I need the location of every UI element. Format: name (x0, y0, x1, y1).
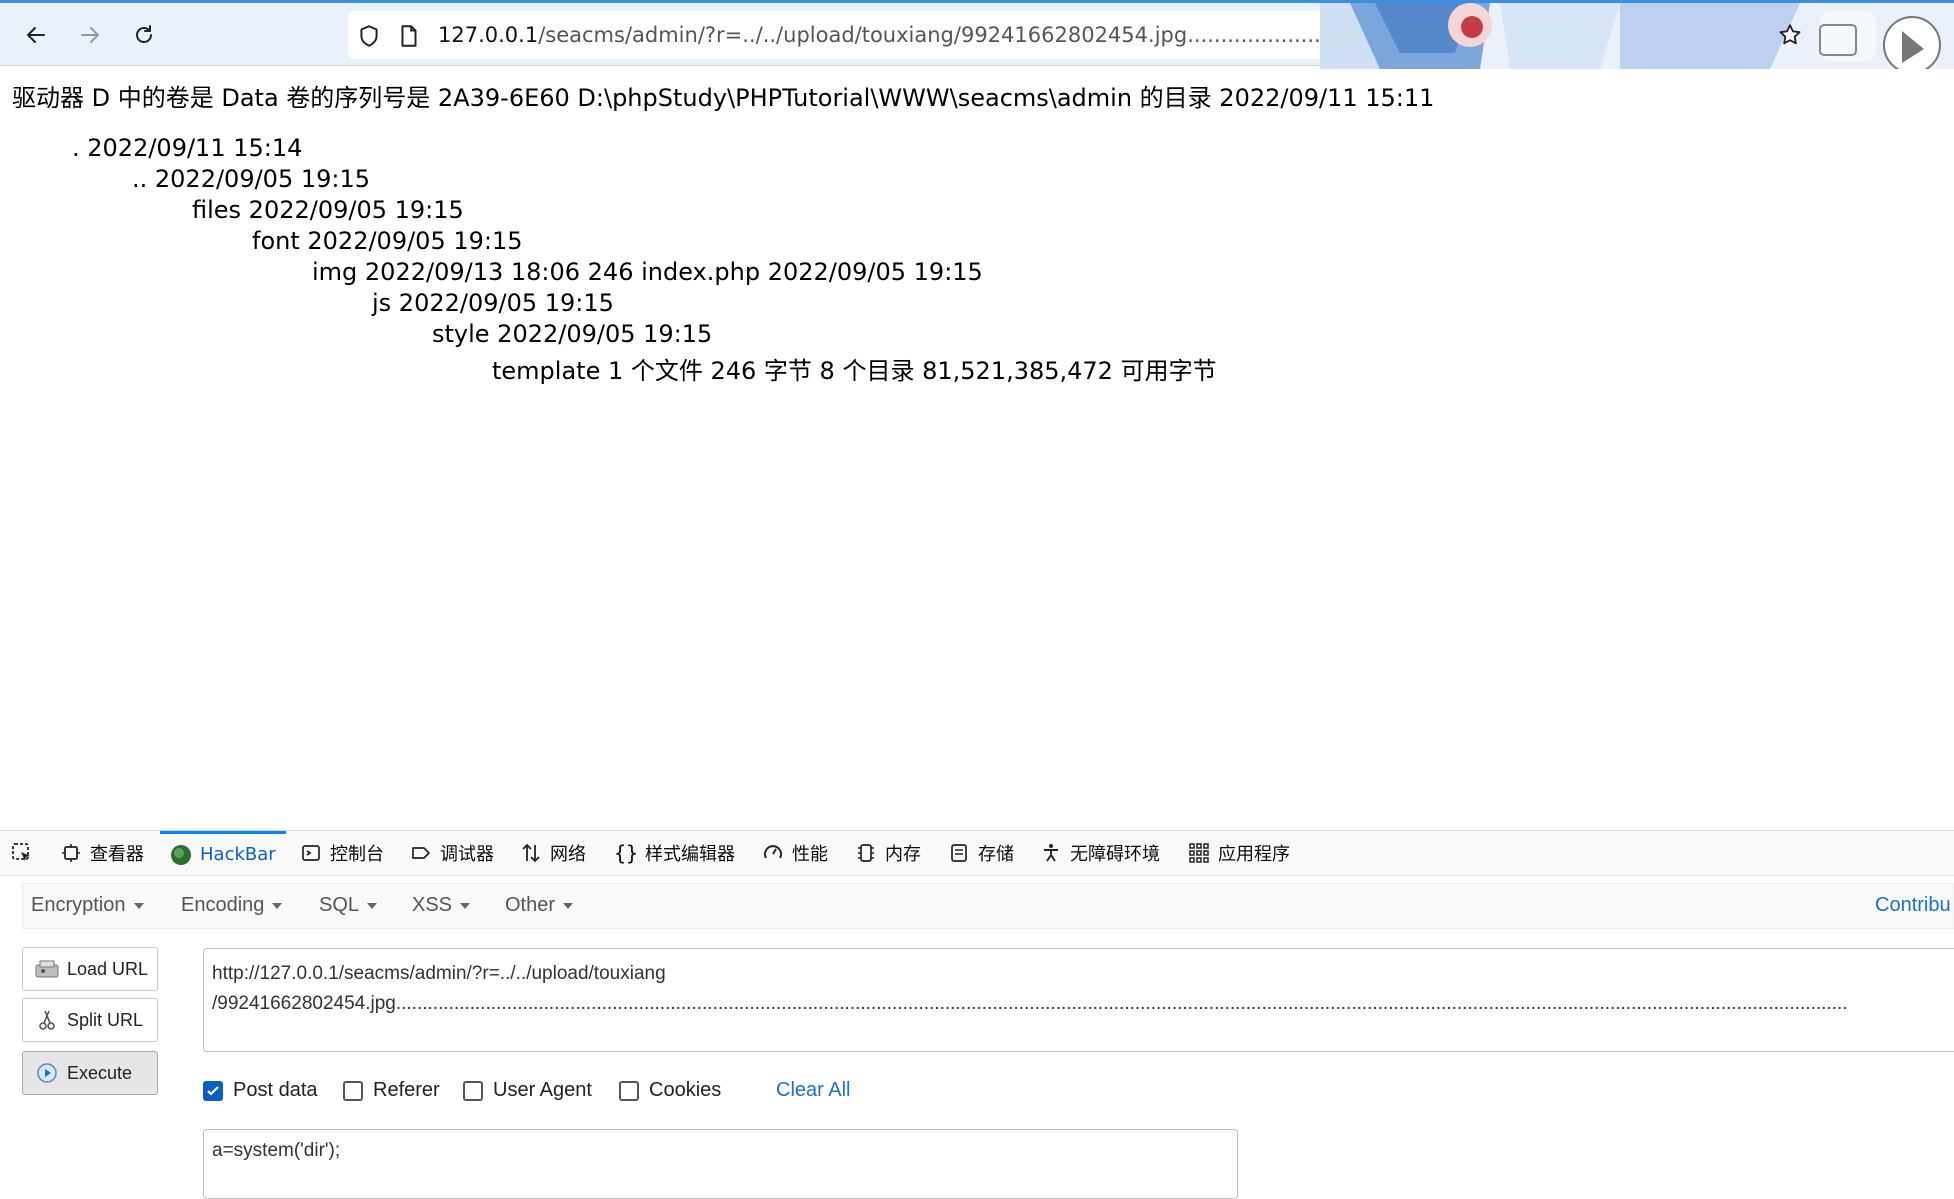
tab-accessibility[interactable]: 无障碍环境 (1040, 831, 1160, 875)
dir-line: font 2022/09/05 19:15 (252, 227, 523, 255)
directory-heading: 驱动器 D 中的卷是 Data 卷的序列号是 2A39-6E60 D:\phpS… (12, 84, 1435, 112)
tab-label: 无障碍环境 (1070, 844, 1160, 865)
browser-toolbar: 127.0.0.1/seacms/admin/?r=../../upload/t… (0, 0, 1954, 69)
button-label: Split URL (67, 1009, 144, 1030)
load-url-button[interactable]: Load URL (22, 947, 158, 991)
page-icon[interactable] (396, 23, 422, 49)
tab-label: 性能 (792, 844, 828, 865)
dir-line: style 2022/09/05 19:15 (432, 320, 713, 348)
accessibility-icon (1040, 842, 1062, 864)
menu-encryption[interactable]: Encryption (31, 894, 144, 917)
caret-down-icon (367, 902, 378, 909)
back-arrow-icon[interactable] (18, 17, 54, 53)
load-url-icon (35, 958, 59, 980)
tab-inspector[interactable]: 查看器 (60, 831, 144, 875)
page-content: 驱动器 D 中的卷是 Data 卷的序列号是 2A39-6E60 D:\phpS… (0, 66, 1954, 830)
dir-line: . 2022/09/11 15:14 (72, 134, 303, 162)
menu-other[interactable]: Other (505, 894, 574, 917)
cookies-checkbox[interactable]: Cookies (619, 1079, 721, 1102)
tab-debugger[interactable]: 调试器 (410, 831, 494, 875)
forward-arrow-icon[interactable] (72, 17, 108, 53)
menu-label: Encryption (31, 894, 126, 916)
option-label: Post data (233, 1079, 318, 1101)
hackbar-url-input[interactable]: http://127.0.0.1/seacms/admin/?r=../../u… (203, 948, 1954, 1052)
network-icon (520, 842, 542, 864)
dir-line: js 2022/09/05 19:15 (372, 289, 614, 317)
hackbar-menu: Encryption Encoding SQL XSS Other Contri… (22, 883, 1954, 929)
split-url-button[interactable]: Split URL (22, 998, 158, 1042)
execute-button[interactable]: Execute (22, 1051, 158, 1095)
post-data-input[interactable]: a=system('dir'); (203, 1129, 1238, 1199)
menu-label: Other (505, 894, 556, 916)
reload-icon[interactable] (126, 17, 162, 53)
button-label: Load URL (67, 958, 149, 979)
contribute-link[interactable]: Contribu (1875, 894, 1951, 917)
menu-sql[interactable]: SQL (319, 894, 378, 917)
dir-line: img 2022/09/13 18:06 246 index.php 2022/… (312, 258, 983, 286)
tab-hackbar[interactable]: HackBar (160, 831, 286, 875)
tab-label: 控制台 (330, 844, 384, 865)
tab-storage[interactable]: 存储 (948, 831, 1014, 875)
tab-label: 样式编辑器 (645, 844, 735, 865)
star-icon[interactable] (1772, 17, 1808, 53)
play-icon (35, 1062, 59, 1084)
checkbox-icon[interactable] (343, 1080, 363, 1101)
button-label: Execute (67, 1062, 133, 1083)
caret-down-icon (563, 902, 574, 909)
devtools-tab-bar: 查看器 HackBar 控制台 调试器 网络 {} 样式编辑器 性能 内存 存储… (0, 831, 1954, 876)
caret-down-icon (133, 902, 144, 909)
clear-all-link[interactable]: Clear All (776, 1079, 850, 1102)
menu-label: XSS (412, 894, 453, 916)
memory-chip-icon (855, 842, 877, 864)
option-label: Cookies (649, 1079, 722, 1101)
dir-line: .. 2022/09/05 19:15 (132, 165, 371, 193)
caret-down-icon (460, 902, 471, 909)
url-host: 127.0.0.1 (438, 23, 539, 47)
tab-performance[interactable]: 性能 (762, 831, 828, 875)
menu-xss[interactable]: XSS (412, 894, 471, 917)
tab-label: 网络 (550, 844, 586, 865)
gauge-icon (762, 842, 784, 864)
storage-icon (948, 842, 970, 864)
checkbox-checked-icon[interactable] (203, 1080, 223, 1101)
menu-label: SQL (319, 894, 360, 916)
debugger-icon (410, 842, 432, 864)
option-label: Referer (373, 1079, 440, 1101)
tab-label: 内存 (885, 844, 921, 865)
tab-label: 应用程序 (1218, 844, 1290, 865)
tab-application[interactable]: 应用程序 (1188, 831, 1290, 875)
menu-encoding[interactable]: Encoding (181, 894, 283, 917)
inspector-icon (60, 842, 82, 864)
tab-label: 调试器 (440, 844, 494, 865)
post-data-checkbox[interactable]: Post data (203, 1079, 318, 1102)
tab-label: 存储 (978, 844, 1014, 865)
element-picker-icon[interactable] (10, 831, 34, 875)
tab-console[interactable]: 控制台 (300, 831, 384, 875)
shield-icon[interactable] (356, 23, 382, 49)
tab-style-editor[interactable]: {} 样式编辑器 (613, 831, 735, 875)
url-path: /seacms/admin/?r=../../upload/touxiang/9… (538, 23, 1188, 47)
hackbar-icon (170, 844, 192, 866)
scissors-icon (35, 1009, 59, 1031)
theme-artwork (1320, 3, 1954, 69)
tab-memory[interactable]: 内存 (855, 831, 921, 875)
dir-line: template 1 个文件 246 字节 8 个目录 81,521,385,4… (492, 357, 1217, 385)
caret-down-icon (272, 902, 283, 909)
console-icon (300, 842, 322, 864)
checkbox-icon[interactable] (463, 1080, 483, 1101)
user-agent-checkbox[interactable]: User Agent (463, 1079, 592, 1102)
option-label: User Agent (493, 1079, 592, 1101)
checkbox-icon[interactable] (619, 1080, 639, 1101)
tab-label: HackBar (200, 844, 276, 865)
braces-icon: {} (613, 841, 639, 865)
tab-label: 查看器 (90, 844, 144, 865)
grid-apps-icon (1188, 842, 1210, 864)
dir-line: files 2022/09/05 19:15 (192, 196, 464, 224)
referer-checkbox[interactable]: Referer (343, 1079, 440, 1102)
devtools-panel: 查看器 HackBar 控制台 调试器 网络 {} 样式编辑器 性能 内存 存储… (0, 830, 1954, 1199)
menu-label: Encoding (181, 894, 265, 916)
tab-network[interactable]: 网络 (520, 831, 586, 875)
